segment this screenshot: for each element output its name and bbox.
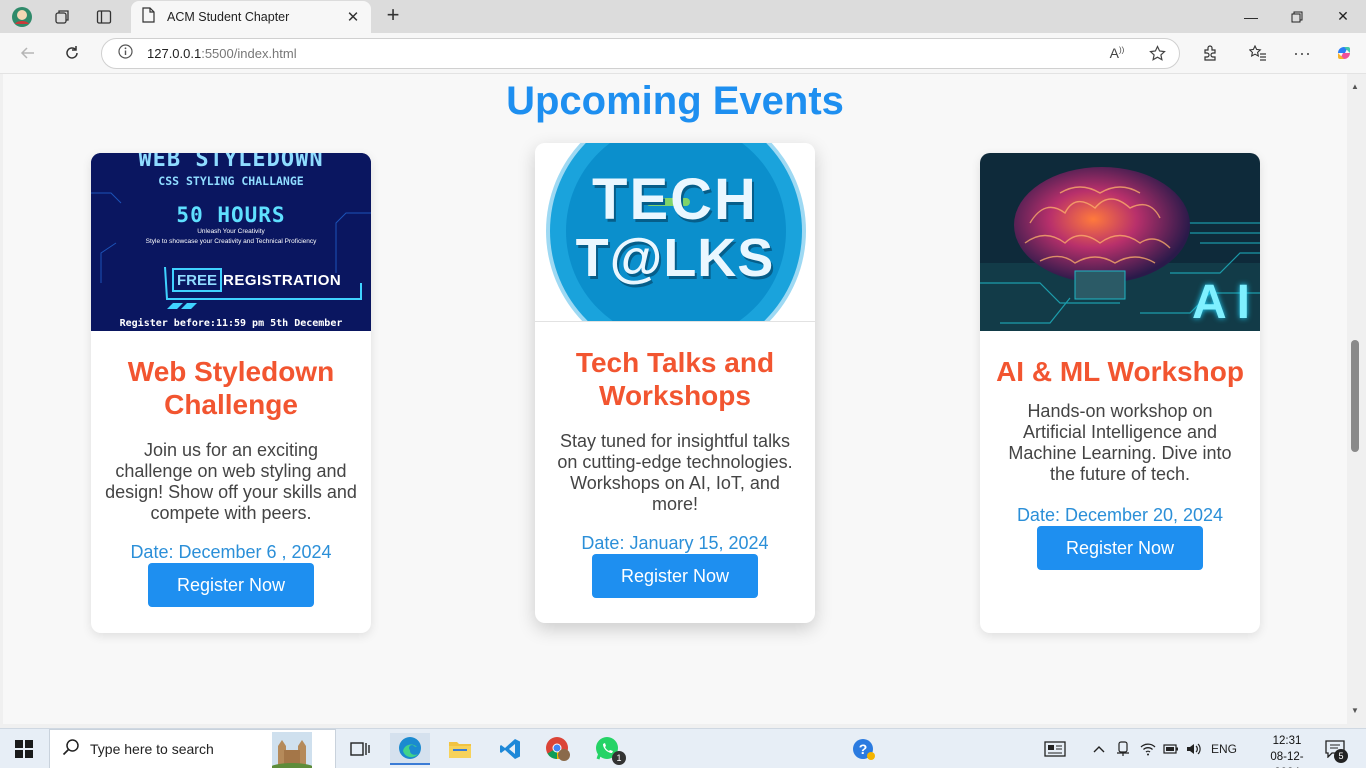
url-bar[interactable]: 127.0.0.1:5500/index.html A)) (101, 38, 1180, 69)
register-button[interactable]: Register Now (148, 563, 314, 607)
poster-deadline: Register before:11:59 pm 5th December (119, 318, 343, 329)
page-icon (141, 6, 155, 28)
poster-line2: T@LKS (575, 228, 775, 288)
event-date: Date: December 6 , 2024 (130, 542, 332, 562)
page-viewport: Upcoming Events WEB STYLEDOWN CSS STYLIN… (3, 74, 1347, 724)
url-host: 127.0.0.1 (147, 46, 202, 61)
poster-line1: WEB STYLEDOWN (138, 153, 324, 172)
scroll-down-icon[interactable]: ▼ (1350, 706, 1360, 715)
copilot-icon[interactable] (1330, 41, 1358, 65)
poster-line5: Style to showcase your Creativity and Te… (145, 238, 317, 245)
task-view-icon[interactable] (340, 733, 380, 765)
poster-line3: 50 HOURS (176, 203, 286, 227)
poster-free: FREE (176, 272, 217, 289)
back-icon[interactable] (14, 41, 42, 65)
read-aloud-icon[interactable]: A)) (1105, 45, 1129, 63)
ai-brain-poster: AI (980, 153, 1260, 331)
poster-line4: Unleash Your Creativity (197, 228, 265, 235)
clock-date: 08-12-2024 (1270, 751, 1304, 768)
poster-line1: TECH (592, 167, 758, 232)
whatsapp-icon[interactable]: 1 (588, 733, 628, 765)
favorite-star-icon[interactable] (1145, 45, 1169, 63)
file-explorer-icon[interactable] (440, 733, 480, 765)
close-window-icon[interactable]: ✕ (1320, 0, 1366, 33)
workspaces-icon[interactable] (48, 5, 76, 29)
notification-count: 5 (1334, 749, 1348, 763)
windows-taskbar: Type here to search 1 ? ENG 12:31 08-12-… (0, 728, 1366, 768)
chrome-icon[interactable] (538, 733, 578, 765)
event-date: Date: January 15, 2024 (581, 533, 769, 553)
event-description: Hands-on workshop on Artificial Intellig… (1008, 401, 1232, 484)
event-description: Join us for an exciting challenge on web… (105, 440, 357, 523)
close-tab-icon[interactable]: ✕ (341, 8, 365, 26)
event-card-web-styledown: WEB STYLEDOWN CSS STYLING CHALLANGE 50 H… (91, 153, 371, 633)
restore-icon[interactable] (1274, 0, 1320, 33)
event-card-ai-ml: AI AI & ML Workshop Hands-on workshop on… (980, 153, 1260, 633)
event-title: AI & ML Workshop (996, 356, 1244, 387)
more-menu-icon[interactable]: ··· (1288, 41, 1316, 65)
active-tab[interactable]: ACM Student Chapter ✕ (131, 1, 371, 33)
battery-icon[interactable] (1161, 729, 1181, 768)
tab-strip: ACM Student Chapter ✕ + — ✕ (0, 0, 1366, 33)
web-styledown-poster: WEB STYLEDOWN CSS STYLING CHALLANGE 50 H… (91, 153, 371, 331)
notifications-icon[interactable]: 5 (1322, 729, 1348, 768)
event-title: Tech Talks and Workshops (575, 347, 775, 411)
tab-title: ACM Student Chapter (167, 10, 290, 24)
scroll-thumb[interactable] (1351, 340, 1359, 452)
event-title: Web Styledown Challenge (127, 356, 335, 420)
section-title: Upcoming Events (506, 79, 844, 123)
minimize-icon[interactable]: — (1228, 0, 1274, 33)
clock[interactable]: 12:31 08-12-2024 (1258, 733, 1316, 768)
event-card-tech-talks: TECH T@LKS Tech Talks and Workshops Stay… (535, 143, 815, 623)
wifi-icon[interactable] (1138, 729, 1158, 768)
poster-registration: REGISTRATION (223, 272, 342, 289)
chevron-up-icon[interactable] (1090, 729, 1108, 768)
clock-time: 12:31 (1272, 735, 1302, 747)
register-button[interactable]: Register Now (592, 554, 758, 598)
taskbar-search[interactable]: Type here to search (49, 729, 336, 768)
scroll-up-icon[interactable]: ▲ (1350, 82, 1360, 91)
vscode-icon[interactable] (490, 733, 530, 765)
volume-icon[interactable] (1184, 729, 1204, 768)
page-scrollbar[interactable]: ▲ ▼ (1347, 74, 1363, 724)
search-icon (62, 738, 80, 761)
address-toolbar: 127.0.0.1:5500/index.html A)) ··· (0, 33, 1366, 74)
info-icon[interactable] (118, 43, 133, 64)
event-date: Date: December 20, 2024 (1016, 505, 1224, 525)
news-widget-icon[interactable] (1040, 729, 1070, 768)
poster-ai-label: AI (1192, 276, 1260, 329)
url-text: 127.0.0.1:5500/index.html (147, 46, 297, 61)
edge-taskbar-icon[interactable] (390, 733, 430, 765)
windows-start-icon[interactable] (0, 729, 48, 768)
search-placeholder: Type here to search (90, 741, 214, 757)
tab-actions-icon[interactable] (90, 5, 118, 29)
language-indicator[interactable]: ENG (1208, 729, 1240, 768)
favorites-icon[interactable] (1244, 41, 1272, 65)
whatsapp-badge: 1 (612, 751, 626, 765)
search-highlight-image (270, 732, 314, 768)
profile-avatar[interactable] (8, 5, 36, 29)
register-button[interactable]: Register Now (1037, 526, 1203, 570)
extensions-icon[interactable] (1196, 41, 1224, 65)
tech-talks-poster: TECH T@LKS (535, 143, 815, 322)
event-description: Stay tuned for insightful talks on cutti… (557, 431, 793, 514)
help-icon[interactable]: ? (844, 733, 884, 765)
url-path: :5500/index.html (201, 46, 297, 61)
poster-line2: CSS STYLING CHALLANGE (158, 174, 304, 188)
svg-text:?: ? (859, 741, 868, 757)
new-tab-icon[interactable]: + (381, 4, 405, 28)
meet-now-icon[interactable] (1113, 729, 1133, 768)
refresh-icon[interactable] (58, 41, 86, 65)
